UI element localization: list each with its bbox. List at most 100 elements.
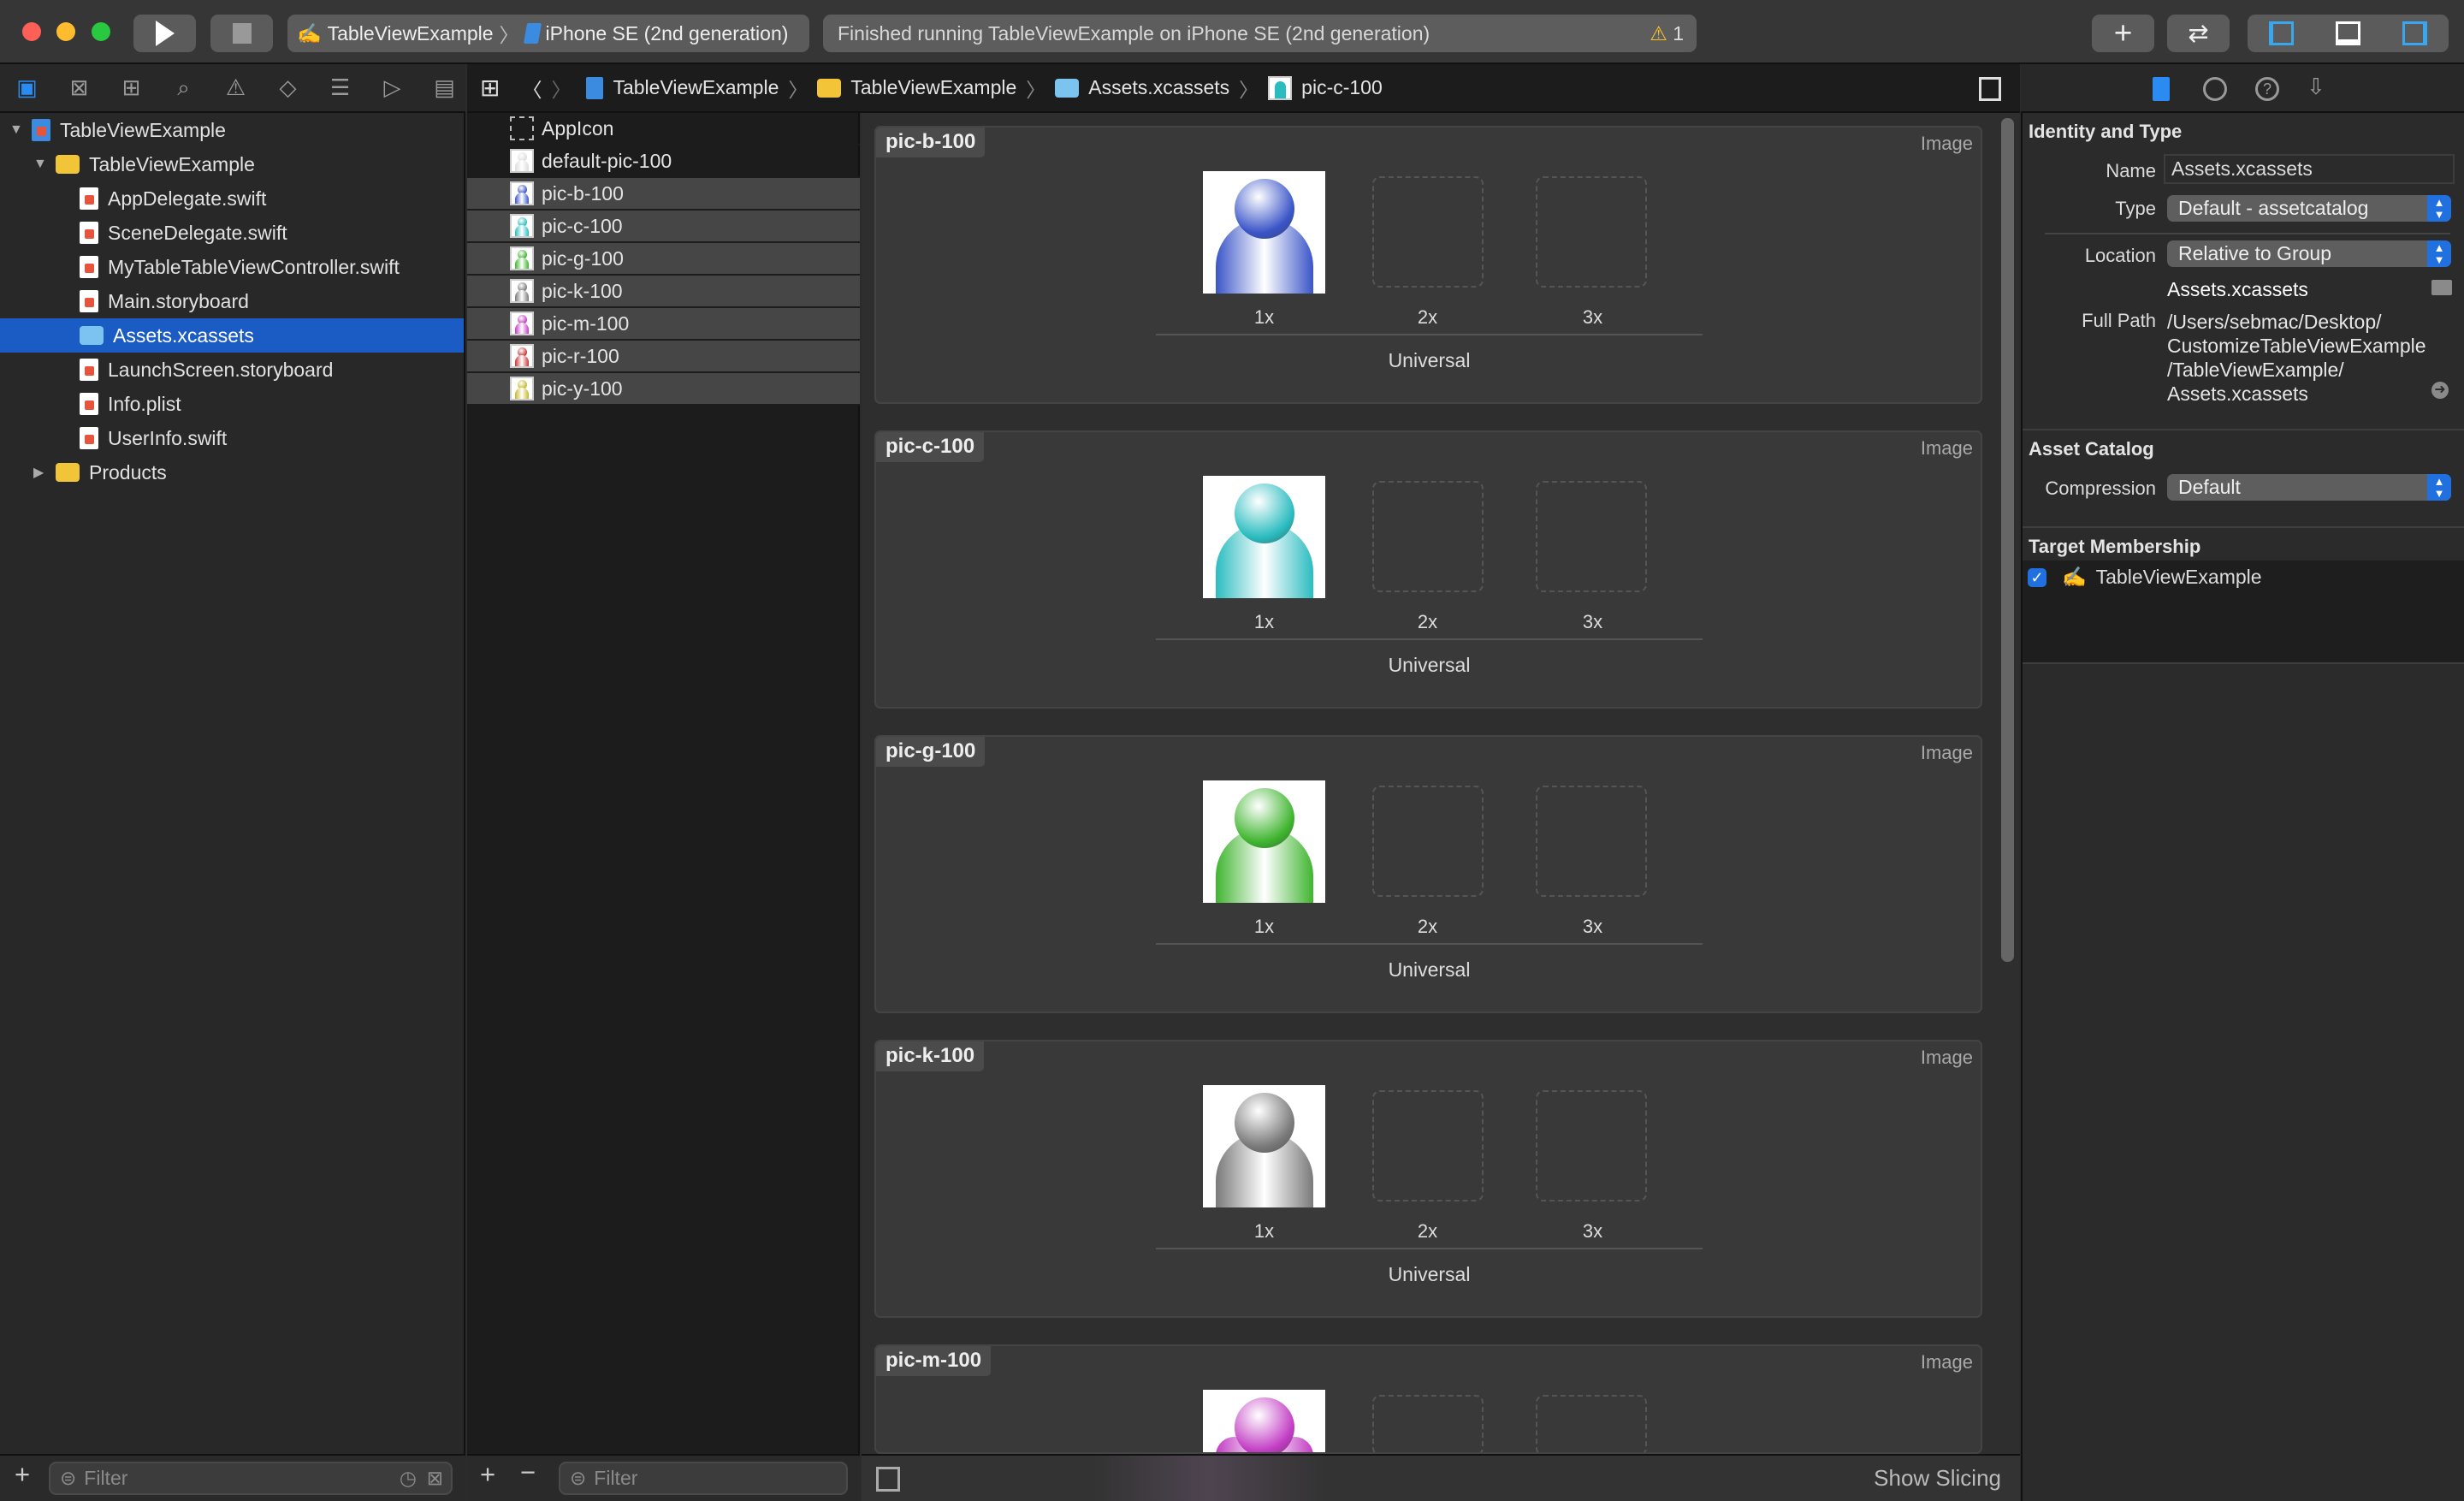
swift-file-icon	[80, 222, 98, 244]
image-well-3x[interactable]	[1536, 176, 1647, 288]
image-set-panel[interactable]: pic-m-100 Image	[874, 1344, 1982, 1454]
image-well-3x[interactable]	[1536, 1395, 1647, 1452]
stop-button[interactable]	[210, 15, 273, 52]
vertical-scrollbar[interactable]	[2001, 118, 2014, 962]
remove-asset-button[interactable]: −	[520, 1457, 536, 1488]
zoom-button[interactable]	[92, 22, 110, 41]
asset-list-item[interactable]: pic-m-100	[467, 308, 860, 341]
image-well-1x[interactable]	[1203, 780, 1325, 903]
disclosure-closed-icon[interactable]: ▶	[33, 464, 52, 481]
image-well-1x[interactable]	[1203, 1085, 1325, 1207]
asset-list-item[interactable]: pic-y-100	[467, 373, 860, 406]
asset-list-item[interactable]: pic-r-100	[467, 341, 860, 373]
breakpoint-icon[interactable]: ▷	[378, 74, 406, 100]
navigator-item[interactable]: ▶ Products	[0, 455, 464, 489]
asset-filter-input[interactable]: ⊜ Filter	[559, 1462, 848, 1495]
asset-list-item[interactable]: pic-b-100	[467, 178, 860, 211]
image-well-2x[interactable]	[1372, 481, 1484, 592]
location-popup[interactable]: Relative to Group ▲ ▼	[2167, 240, 2451, 267]
asset-name: pic-y-100	[542, 377, 623, 400]
navigator-item[interactable]: ▼ TableViewExample	[0, 113, 464, 147]
image-well-1x[interactable]	[1203, 1390, 1325, 1452]
forward-button[interactable]: 〉	[551, 74, 571, 103]
image-well-2x[interactable]	[1372, 1090, 1484, 1201]
breadcrumb-asset[interactable]: pic-c-100	[1301, 76, 1383, 99]
disclosure-open-icon[interactable]: ▼	[33, 157, 52, 172]
slicing-icon[interactable]	[876, 1467, 900, 1492]
navigator-item[interactable]: MyTableTableViewController.swift	[0, 250, 464, 284]
reveal-in-finder-icon[interactable]: ➜	[2431, 382, 2449, 399]
image-well-3x[interactable]	[1536, 481, 1647, 592]
help-icon[interactable]: ?	[2255, 77, 2279, 101]
folder-icon[interactable]: ▣	[13, 74, 41, 100]
asset-list-item[interactable]: AppIcon	[467, 113, 860, 145]
navigator-toggle-icon[interactable]	[2268, 21, 2294, 45]
warning-indicator[interactable]: ⚠ 1	[1650, 15, 1684, 52]
search-icon[interactable]: ⌕	[169, 74, 198, 100]
breadcrumb-group[interactable]: TableViewExample	[850, 76, 1016, 99]
image-set-panel[interactable]: pic-k-100 Image 1x 2x 3x Universal	[874, 1040, 1982, 1318]
close-button[interactable]	[22, 22, 41, 41]
debug-area-toggle-icon[interactable]	[2335, 21, 2360, 45]
recent-files-icon[interactable]: ◷	[400, 1467, 417, 1490]
navigator-item[interactable]: UserInfo.swift	[0, 421, 464, 455]
debug-list-icon[interactable]: ☰	[326, 74, 354, 100]
inspector-toggle-icon[interactable]	[2402, 21, 2428, 45]
source-control-filter-icon[interactable]: ⊠	[427, 1467, 443, 1490]
navigator-item[interactable]: Main.storyboard	[0, 284, 464, 318]
navigator-item[interactable]: AppDelegate.swift	[0, 181, 464, 216]
hierarchy-icon[interactable]: ⊞	[117, 74, 145, 100]
file-inspector-icon[interactable]	[2153, 77, 2170, 101]
scale-label: 1x	[1253, 611, 1275, 632]
library-button[interactable]: +	[2092, 15, 2154, 52]
attributes-icon[interactable]: ⇩	[2307, 74, 2325, 100]
compression-popup[interactable]: Default ▲ ▼	[2167, 474, 2451, 501]
name-field[interactable]: Assets.xcassets	[2164, 154, 2455, 184]
image-well-2x[interactable]	[1372, 176, 1484, 288]
navigator-item[interactable]: LaunchScreen.storyboard	[0, 353, 464, 387]
warning-triangle-icon[interactable]: ⚠	[222, 74, 250, 100]
report-bubble-icon[interactable]: ▤	[430, 74, 459, 100]
asset-list-item[interactable]: pic-g-100	[467, 243, 860, 276]
image-set-panel[interactable]: pic-b-100 Image 1x 2x 3x Universal	[874, 126, 1982, 404]
related-items-icon[interactable]: ⊞	[480, 74, 500, 102]
test-diamond-icon[interactable]: ◇	[274, 74, 302, 100]
minimize-button[interactable]	[56, 22, 75, 41]
image-well-1x[interactable]	[1203, 476, 1325, 598]
disclosure-open-icon[interactable]: ▼	[9, 122, 28, 138]
add-asset-button[interactable]: +	[480, 1459, 495, 1490]
image-well-3x[interactable]	[1536, 786, 1647, 897]
image-set-panel[interactable]: pic-c-100 Image 1x 2x 3x Universal	[874, 430, 1982, 709]
target-checkbox[interactable]: ✓	[2028, 567, 2046, 587]
navigator-item[interactable]: Assets.xcassets	[0, 318, 464, 353]
run-button[interactable]	[133, 15, 196, 52]
navigator-item-label: MyTableTableViewController.swift	[108, 255, 400, 278]
breadcrumb-catalog[interactable]: Assets.xcassets	[1088, 76, 1229, 99]
add-editor-icon[interactable]	[1979, 77, 2001, 101]
source-control-icon[interactable]: ⊠	[65, 74, 93, 100]
full-path-label: Full Path	[2082, 310, 2156, 331]
breadcrumb-project[interactable]: TableViewExample	[613, 76, 779, 99]
asset-list-item[interactable]: pic-k-100	[467, 276, 860, 308]
code-review-button[interactable]: ⇄	[2167, 15, 2230, 52]
asset-list-item[interactable]: default-pic-100	[467, 145, 860, 178]
add-file-button[interactable]: +	[15, 1459, 30, 1490]
show-slicing-button[interactable]: Show Slicing	[1874, 1465, 2001, 1492]
divider	[2023, 526, 2464, 528]
back-button[interactable]: 〈	[522, 74, 542, 103]
project-icon	[586, 76, 604, 99]
scheme-selector[interactable]: ✍ TableViewExample 〉 iPhone SE (2nd gene…	[287, 15, 809, 52]
image-well-2x[interactable]	[1372, 1395, 1484, 1452]
asset-list-item[interactable]: pic-c-100	[467, 211, 860, 243]
image-well-2x[interactable]	[1372, 786, 1484, 897]
navigator-item[interactable]: Info.plist	[0, 387, 464, 421]
navigator-filter-input[interactable]: ⊜ Filter ◷ ⊠	[49, 1462, 453, 1495]
image-well-1x[interactable]	[1203, 171, 1325, 294]
type-popup[interactable]: Default - assetcatalog ▲ ▼	[2167, 195, 2451, 222]
navigator-item[interactable]: SceneDelegate.swift	[0, 216, 464, 250]
navigator-item[interactable]: ▼ TableViewExample	[0, 147, 464, 181]
history-clock-icon[interactable]	[2203, 77, 2227, 101]
image-well-3x[interactable]	[1536, 1090, 1647, 1201]
image-set-panel[interactable]: pic-g-100 Image 1x 2x 3x Universal	[874, 735, 1982, 1013]
choose-folder-icon[interactable]	[2431, 280, 2452, 295]
